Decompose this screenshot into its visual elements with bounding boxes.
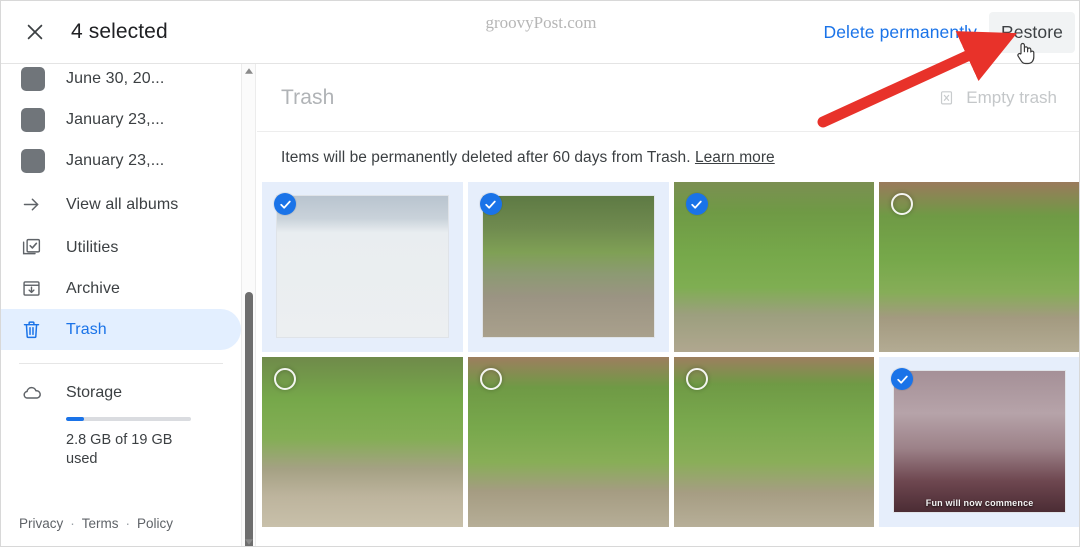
sidebar-item-album-3[interactable]: January 23,... (1, 140, 241, 181)
sidebar-item-label: View all albums (66, 195, 179, 213)
sidebar-item-label: Trash (66, 320, 107, 338)
checkbox-checked-icon[interactable] (274, 193, 296, 215)
sidebar-item-label: June 30, 20... (66, 69, 165, 87)
photo-tile[interactable] (673, 357, 875, 527)
album-thumbnail-icon (21, 107, 47, 132)
archive-icon (21, 278, 47, 299)
empty-trash-button[interactable]: Empty trash (938, 88, 1057, 108)
storage-progress-bar (66, 417, 191, 421)
scrollbar-up-arrow-icon[interactable] (242, 64, 256, 77)
trash-icon (21, 319, 47, 340)
photo-tile[interactable] (262, 182, 463, 352)
photo-tile[interactable] (879, 182, 1079, 352)
photo-tile[interactable]: Fun will now commence (879, 357, 1079, 527)
terms-link[interactable]: Terms (82, 516, 119, 531)
photo-tile[interactable] (467, 357, 669, 527)
utilities-icon (21, 237, 47, 258)
storage-section: Storage 2.8 GB of 19 GB used (1, 364, 241, 469)
footer-separator: · (70, 516, 75, 531)
sidebar-item-utilities[interactable]: Utilities (1, 227, 241, 268)
checkbox-unchecked-icon[interactable] (479, 368, 502, 390)
trash-header: Trash Empty trash (257, 64, 1079, 132)
cloud-icon (21, 382, 47, 404)
toolbar-actions: Delete permanently Restore (811, 1, 1079, 63)
sidebar-item-label: January 23,... (66, 151, 165, 169)
page-scrollbar[interactable] (242, 64, 256, 546)
photo-grid: Fun will now commence (257, 182, 1079, 527)
storage-label: Storage (66, 384, 123, 401)
photo-tile[interactable] (467, 182, 669, 352)
album-thumbnail-icon (21, 148, 47, 173)
restore-button[interactable]: Restore (989, 11, 1075, 53)
privacy-link[interactable]: Privacy (19, 516, 63, 531)
google-photos-trash-window: 4 selected groovyPost.com Delete permane… (0, 0, 1080, 547)
sidebar-item-label: Utilities (66, 238, 119, 256)
scrollbar-thumb[interactable] (245, 292, 253, 546)
storage-header[interactable]: Storage (21, 382, 241, 404)
close-icon (24, 21, 46, 43)
empty-trash-icon (938, 89, 955, 106)
sidebar-item-archive[interactable]: Archive (1, 268, 241, 309)
sidebar-nav-list: June 30, 20... January 23,... January 23… (1, 64, 241, 350)
sidebar-item-label: Archive (66, 279, 121, 297)
retention-notice: Items will be permanently deleted after … (257, 132, 1079, 182)
policy-link[interactable]: Policy (137, 516, 173, 531)
photo-thumbnail (481, 195, 655, 338)
close-selection-button[interactable] (13, 10, 57, 54)
main-content: Trash Empty trash Items will be permanen… (257, 64, 1079, 546)
delete-permanently-button[interactable]: Delete permanently (811, 12, 989, 53)
photo-thumbnail: Fun will now commence (893, 370, 1066, 513)
arrow-right-icon (21, 194, 47, 215)
album-thumbnail-icon (21, 66, 47, 91)
sidebar-item-album-2[interactable]: January 23,... (1, 99, 241, 140)
footer-separator: · (125, 516, 131, 531)
storage-usage-label: 2.8 GB of 19 GB used (66, 432, 173, 467)
scrollbar-down-arrow-icon[interactable] (242, 535, 256, 546)
sidebar-footer-links: Privacy · Terms · Policy (19, 516, 173, 531)
learn-more-link[interactable]: Learn more (695, 149, 775, 166)
selection-count-label: 4 selected (71, 20, 168, 43)
sidebar-item-label: January 23,... (66, 110, 165, 128)
empty-trash-label: Empty trash (966, 87, 1057, 107)
sidebar-item-view-all-albums[interactable]: View all albums (1, 181, 241, 227)
photo-tile[interactable] (262, 357, 463, 527)
sidebar-item-trash[interactable]: Trash (1, 309, 241, 350)
photo-caption: Fun will now commence (925, 498, 1034, 508)
checkbox-checked-icon[interactable] (479, 193, 502, 215)
page-title: Trash (281, 85, 335, 109)
photo-tile[interactable] (673, 182, 875, 352)
photo-thumbnail (276, 195, 449, 338)
checkbox-unchecked-icon[interactable] (685, 368, 708, 390)
sidebar-item-album-1[interactable]: June 30, 20... (1, 64, 241, 99)
checkbox-unchecked-icon[interactable] (274, 368, 296, 390)
checkbox-checked-icon[interactable] (685, 193, 708, 215)
storage-progress-fill (66, 417, 85, 421)
sidebar: June 30, 20... January 23,... January 23… (1, 64, 242, 546)
retention-notice-text: Items will be permanently deleted after … (281, 149, 691, 166)
selection-toolbar: 4 selected groovyPost.com Delete permane… (1, 1, 1079, 64)
